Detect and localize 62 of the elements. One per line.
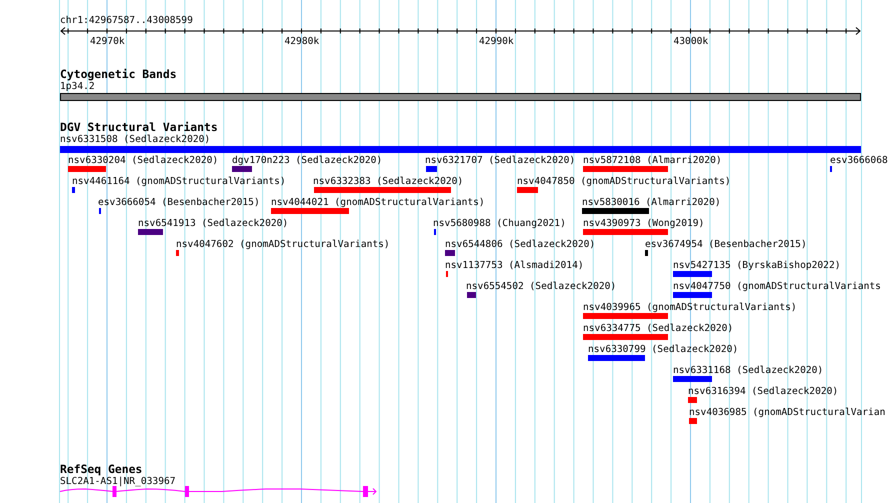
variant-label: nsv6332383 (Sedlazeck2020) [313,176,464,187]
variant-bar[interactable] [445,250,455,256]
variant-bar[interactable] [271,208,349,214]
ruler-tick-label: 42980k [284,36,320,47]
variant-bar[interactable] [138,229,163,235]
variant-bar[interactable] [583,313,668,319]
variant-label: nsv6316394 (Sedlazeck2020) [688,386,838,397]
variant-bar[interactable] [689,418,697,424]
variant-label: nsv4461164 (gnomADStructuralVariants) [72,176,286,187]
variant-label: nsv4047602 (gnomADStructuralVariants) [176,239,390,250]
variant-label: esv3666054 (Besenbacher2015) [98,197,260,208]
variant-bar[interactable] [176,250,179,256]
band-label: 1p34.2 [60,81,95,92]
variant-bar[interactable] [467,292,476,298]
variant-label: nsv4047750 (gnomADStructuralVariants [673,281,881,292]
variant-label: nsv6544806 (Sedlazeck2020) [445,239,596,250]
variant-bar[interactable] [582,208,649,214]
ruler-tick-label: 42990k [479,36,514,47]
variant-bar[interactable] [583,229,668,235]
variant-label: nsv6331508 (Sedlazeck2020) [60,134,210,145]
variant-bar[interactable] [72,187,75,193]
variant-bar[interactable] [68,166,106,172]
variant-bar[interactable] [673,292,712,298]
variant-label: nsv6321707 (Sedlazeck2020) [425,155,576,166]
variant-label: nsv5830016 (Almarri2020) [582,197,721,208]
variant-bar[interactable] [60,146,861,153]
variant-label: nsv4039965 (gnomADStructuralVariants) [583,302,797,313]
ruler-tick-label: 43000k [674,36,708,47]
variant-label: nsv4036985 (gnomADStructuralVarian [689,407,886,418]
variant-bar[interactable] [588,355,645,361]
location-label: chr1:42967587..43008599 [60,15,193,26]
track-title: Cytogenetic Bands [60,68,177,80]
variant-label: nsv5872108 (Almarri2020) [583,155,722,166]
variant-bar[interactable] [583,334,668,340]
variant-label: nsv6330204 (Sedlazeck2020) [68,155,218,166]
variant-label: nsv6334775 (Sedlazeck2020) [583,323,734,334]
variant-bar[interactable] [517,187,538,193]
variant-label: nsv1137753 (Alsmadi2014) [445,260,584,271]
variant-label: nsv4047850 (gnomADStructuralVariants) [517,176,731,187]
variant-bar[interactable] [314,187,451,193]
variant-label: nsv5427135 (ByrskaBishop2022) [673,260,841,271]
variant-label: nsv4390973 (Wong2019) [583,218,704,229]
variant-bar[interactable] [673,271,712,277]
variant-label: nsv6541913 (Sedlazeck2020) [138,218,288,229]
variant-bar[interactable] [583,166,668,172]
variant-bar[interactable] [673,376,712,382]
variant-label: nsv6554502 (Sedlazeck2020) [466,281,616,292]
track-title: RefSeq Genes [60,463,142,475]
variant-label: dgv170n223 (Sedlazeck2020) [232,155,382,166]
variant-label: esv3666068 [830,155,888,166]
variant-bar[interactable] [232,166,252,172]
variant-bar[interactable] [688,397,697,403]
variant-bar[interactable] [426,166,437,172]
gene-label: SLC2A1-AS1|NR_033967 [60,476,176,487]
variant-label: nsv4044021 (gnomADStructuralVariants) [271,197,485,208]
variant-label: nsv6331168 (Sedlazeck2020) [673,365,824,376]
ruler-tick-label: 42970k [90,36,125,47]
variant-bar[interactable] [645,250,648,256]
variant-label: esv3674954 (Besenbacher2015) [645,239,807,250]
variant-label: nsv5680988 (Chuang2021) [433,218,566,229]
variant-label: nsv6330799 (Sedlazeck2020) [588,344,738,355]
track-title: DGV Structural Variants [60,121,218,133]
